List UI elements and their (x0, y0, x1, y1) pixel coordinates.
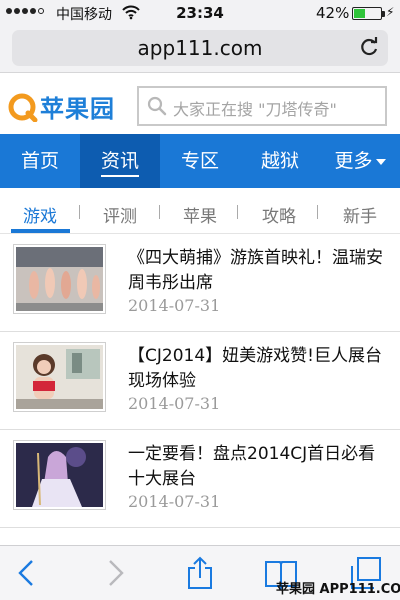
logo-text: 苹果园 (40, 95, 115, 123)
battery-percentage: 42% (316, 4, 350, 22)
tab-beginners[interactable]: 新手 (343, 202, 377, 227)
logo-mark-icon (8, 93, 38, 122)
nav-item-news[interactable]: 资讯 (80, 134, 160, 188)
site-search-input[interactable]: 大家正在搜 "刀塔传奇" (137, 86, 387, 126)
nav-label: 首页 (20, 150, 59, 172)
tab-reviews[interactable]: 评测 (103, 202, 137, 227)
article-title[interactable]: 《四大萌捕》游族首映礼！温瑞安周韦彤出席 (128, 246, 388, 296)
main-nav: 首页 资讯 专区 越狱 更多 (0, 134, 400, 188)
nav-item-more[interactable]: 更多 (320, 134, 400, 188)
list-item[interactable]: 【CJ2014】妞美游戏赞!巨人展台现场体验 2014-07-31 (0, 332, 400, 430)
status-bar: 中国移动 23:34 42% ⚡ (0, 0, 400, 27)
tab-divider (79, 205, 80, 219)
active-tab-indicator (11, 229, 70, 233)
back-icon[interactable] (10, 556, 44, 590)
article-thumbnail[interactable] (13, 342, 106, 412)
nav-label: 越狱 (260, 150, 299, 172)
photo-thumbnail-image (16, 443, 103, 507)
tab-divider (159, 205, 160, 219)
article-date: 2014-07-31 (128, 492, 221, 511)
article-thumbnail[interactable] (13, 440, 106, 510)
chevron-down-icon (375, 158, 386, 165)
charging-icon: ⚡ (386, 5, 395, 19)
tab-divider (317, 205, 318, 219)
search-icon (147, 96, 167, 116)
nav-label: 更多 (334, 150, 373, 172)
article-title[interactable]: 【CJ2014】妞美游戏赞!巨人展台现场体验 (128, 344, 388, 394)
address-bar[interactable]: app111.com (12, 30, 388, 66)
url-text: app111.com (137, 36, 263, 60)
tab-guides[interactable]: 攻略 (262, 202, 296, 227)
article-date: 2014-07-31 (128, 296, 221, 315)
site-logo[interactable]: 苹果园 (8, 89, 115, 124)
battery-icon (352, 7, 385, 20)
site-header: 苹果园 大家正在搜 "刀塔传奇" (0, 80, 400, 135)
browser-address-area: app111.com (0, 27, 400, 73)
photo-thumbnail-image (16, 345, 103, 409)
list-item[interactable]: 一定要看！盘点2014CJ首日必看十大展台 2014-07-31 (0, 430, 400, 528)
share-icon[interactable] (183, 556, 217, 590)
article-title[interactable]: 一定要看！盘点2014CJ首日必看十大展台 (128, 442, 388, 492)
search-placeholder: 大家正在搜 "刀塔传奇" (173, 100, 337, 119)
nav-label: 专区 (180, 150, 219, 172)
sub-tabs: 游戏 评测 苹果 攻略 新手 (0, 188, 400, 234)
reload-icon[interactable] (358, 36, 380, 58)
tab-apple[interactable]: 苹果 (183, 202, 217, 227)
tab-games[interactable]: 游戏 (23, 202, 57, 227)
nav-item-home[interactable]: 首页 (0, 134, 80, 188)
battery-level (354, 9, 365, 18)
article-thumbnail[interactable] (13, 244, 106, 314)
nav-label: 资讯 (100, 150, 139, 177)
article-date: 2014-07-31 (128, 394, 221, 413)
nav-item-zones[interactable]: 专区 (160, 134, 240, 188)
forward-icon[interactable] (98, 556, 132, 590)
nav-item-jailbreak[interactable]: 越狱 (240, 134, 320, 188)
photo-thumbnail-image (16, 247, 103, 311)
list-item[interactable]: 《四大萌捕》游族首映礼！温瑞安周韦彤出席 2014-07-31 (0, 234, 400, 332)
watermark: 苹果园 APP111.COM (276, 582, 400, 597)
tab-divider (237, 205, 238, 219)
phone-screen: 中国移动 23:34 42% ⚡ app111.com 苹果园 大家正在搜 "刀… (0, 0, 400, 600)
